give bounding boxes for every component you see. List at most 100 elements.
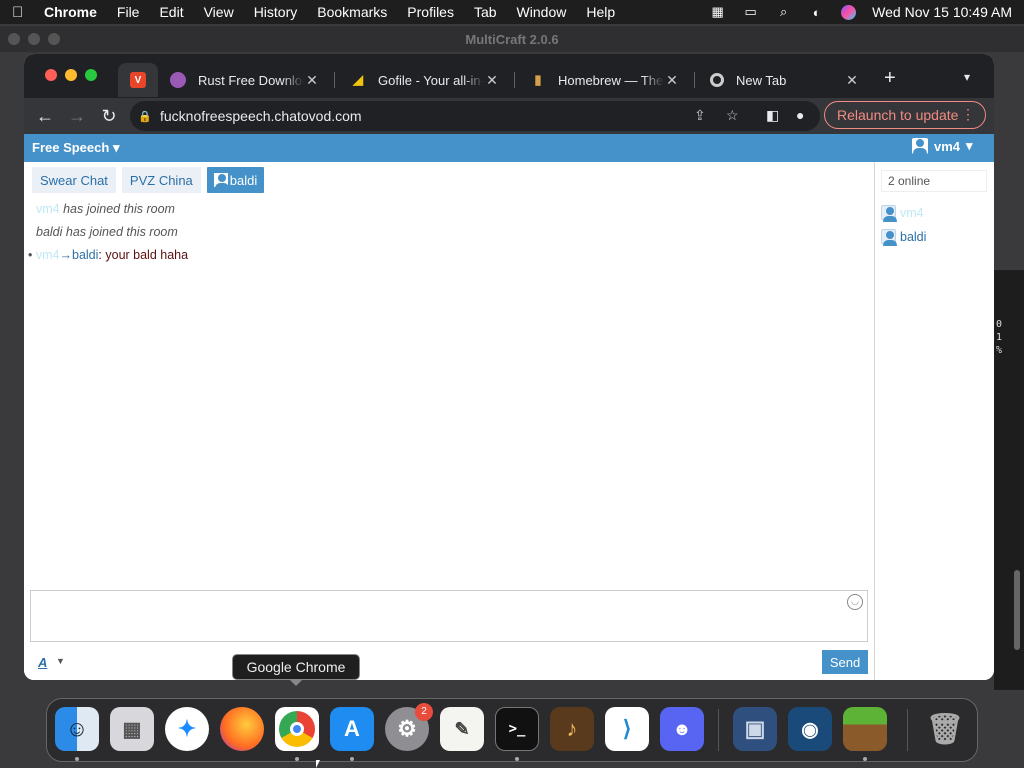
relaunch-label: Relaunch to update xyxy=(837,107,959,123)
tab-strip: V Rust Free Download ✕ ◢ Gofile - Your a… xyxy=(24,54,994,98)
url-input[interactable] xyxy=(160,108,680,124)
macos-dock: ☺ ▦ ✦ A ⚙ 2 ✎ >_ ♪ ⟩ ☻ ▣ ◉ 🗑 xyxy=(46,698,978,762)
minimize-window-button[interactable] xyxy=(65,69,77,81)
macos-menu-bar:  Chrome File Edit View History Bookmark… xyxy=(0,0,1024,24)
private-tab-label: baldi xyxy=(229,172,258,188)
system-settings-icon[interactable]: ⚙ 2 xyxy=(385,703,433,751)
chat-page: Free Speech ▾ vm4 ▾ Swear Chat PVZ China… xyxy=(24,134,994,680)
online-users-pane: 2 online vm4 baldi xyxy=(875,162,994,680)
message-sender[interactable]: vm4 xyxy=(36,248,60,262)
menu-app-name[interactable]: Chrome xyxy=(44,4,97,20)
apple-menu-icon[interactable]:  xyxy=(12,4,32,21)
firefox-icon[interactable] xyxy=(220,707,264,751)
profile-avatar-icon[interactable]: ● xyxy=(796,107,804,123)
widgets-icon[interactable]: ▦ xyxy=(709,4,726,20)
launchpad-icon[interactable]: ▦ xyxy=(110,707,154,751)
discord-icon[interactable]: ☻ xyxy=(660,707,704,751)
relaunch-to-update-button[interactable]: Relaunch to update ⋮ xyxy=(824,101,986,129)
share-icon[interactable]: ⇪ xyxy=(694,107,706,124)
menu-profiles[interactable]: Profiles xyxy=(407,4,454,20)
tab-rust-download[interactable]: Rust Free Download ✕ xyxy=(160,63,330,97)
user-icon xyxy=(912,138,928,154)
menu-file[interactable]: File xyxy=(117,4,140,20)
room-tab-pvz-china[interactable]: PVZ China xyxy=(121,167,201,193)
message-user[interactable]: vm4 xyxy=(36,202,60,216)
running-indicator xyxy=(75,757,79,761)
lock-icon[interactable]: 🔒 xyxy=(130,110,160,123)
menu-tab[interactable]: Tab xyxy=(474,4,497,20)
address-bar[interactable]: 🔒 ⇪ ☆ xyxy=(130,101,820,131)
virtualbox-icon[interactable]: ▣ xyxy=(733,707,777,751)
dock-separator xyxy=(907,709,908,751)
message-bullet: • xyxy=(28,248,33,262)
close-tab-icon[interactable]: ✕ xyxy=(664,72,680,89)
private-tab-baldi[interactable]: baldi xyxy=(206,167,265,193)
chrome-window: V Rust Free Download ✕ ◢ Gofile - Your a… xyxy=(24,54,994,680)
terminal-icon[interactable]: >_ xyxy=(495,707,539,751)
menu-edit[interactable]: Edit xyxy=(159,4,183,20)
tab-gofile[interactable]: ◢ Gofile - Your all-in-one ✕ xyxy=(340,63,510,97)
terminal-scrollbar[interactable] xyxy=(1014,570,1020,650)
close-tab-icon[interactable]: ✕ xyxy=(484,72,500,89)
text-format-button[interactable]: A xyxy=(38,655,47,670)
online-user-row[interactable]: baldi xyxy=(881,229,926,246)
homebrew-icon: ▮ xyxy=(534,72,542,87)
send-button[interactable]: Send xyxy=(822,650,868,674)
spotlight-search-icon[interactable]: ⌕ xyxy=(775,4,792,20)
smiley-emoji-icon[interactable]: ◡ xyxy=(847,594,863,610)
close-window-button[interactable] xyxy=(45,69,57,81)
safari-icon[interactable]: ✦ xyxy=(165,707,209,751)
tab-active-pinned[interactable]: V xyxy=(118,63,158,97)
control-center-icon[interactable]: ◐ xyxy=(808,5,825,20)
forward-arrow-icon[interactable]: → xyxy=(66,106,88,128)
terminal-text: 0 1 % xyxy=(996,318,1002,357)
background-terminal-window: 0 1 % xyxy=(994,270,1024,690)
new-tab-plus-icon[interactable]: + xyxy=(884,68,896,88)
bookmark-star-icon[interactable]: ☆ xyxy=(726,107,739,124)
message-row: baldi has joined this room xyxy=(36,225,178,239)
room-tab-swear-chat[interactable]: Swear Chat xyxy=(32,167,116,193)
menu-history[interactable]: History xyxy=(254,4,298,20)
textedit-icon[interactable]: ✎ xyxy=(440,707,484,751)
chrome-icon[interactable] xyxy=(275,707,319,751)
side-panel-icon[interactable]: ◧ xyxy=(766,107,779,124)
game-controller-icon[interactable]: ◉ xyxy=(788,707,832,751)
menu-view[interactable]: View xyxy=(204,4,234,20)
message-recipient[interactable]: baldi xyxy=(72,248,98,262)
user-menu-dropdown[interactable]: vm4 ▾ xyxy=(912,138,973,154)
tab-homebrew[interactable]: ▮ Homebrew — The Missing ✕ xyxy=(520,63,690,97)
tab-search-chevron-icon[interactable]: ▾ xyxy=(964,70,970,84)
dock-tooltip: Google Chrome xyxy=(232,654,360,686)
screen-mirroring-icon[interactable]: ▭ xyxy=(742,4,759,20)
menu-clock[interactable]: Wed Nov 15 10:49 AM xyxy=(872,4,1012,20)
mouse-cursor xyxy=(316,760,320,768)
room-selector-dropdown[interactable]: Free Speech ▾ xyxy=(32,140,119,156)
close-tab-icon[interactable]: ✕ xyxy=(844,72,860,89)
tab-divider xyxy=(694,72,695,88)
message-row: • vm4→baldi: your bald haha xyxy=(28,248,188,262)
garageband-icon[interactable]: ♪ xyxy=(550,707,594,751)
menu-help[interactable]: Help xyxy=(586,4,615,20)
tab-label: New Tab xyxy=(736,72,787,88)
menu-bookmarks[interactable]: Bookmarks xyxy=(317,4,387,20)
trash-icon[interactable]: 🗑 xyxy=(923,707,967,751)
back-arrow-icon[interactable]: ← xyxy=(34,106,56,128)
user-icon xyxy=(881,229,897,246)
current-user-label: vm4 xyxy=(934,138,961,154)
finder-icon[interactable]: ☺ xyxy=(55,707,99,751)
terminal-line: 1 xyxy=(996,332,1003,343)
minecraft-icon[interactable] xyxy=(843,707,887,751)
close-tab-icon[interactable]: ✕ xyxy=(304,72,320,89)
siri-icon[interactable] xyxy=(841,4,857,20)
tab-new-tab[interactable]: New Tab ✕ xyxy=(700,63,870,97)
menu-window[interactable]: Window xyxy=(517,4,567,20)
message-user[interactable]: baldi xyxy=(36,225,62,239)
vscode-icon[interactable]: ⟩ xyxy=(605,707,649,751)
reload-icon[interactable]: ↻ xyxy=(98,106,120,128)
chevron-down-icon[interactable]: ▼ xyxy=(56,656,65,666)
zoom-window-button[interactable] xyxy=(85,69,97,81)
online-user-row[interactable]: vm4 xyxy=(881,205,924,222)
app-store-icon[interactable]: A xyxy=(330,707,374,751)
message-input[interactable]: ◡ xyxy=(30,590,868,642)
kebab-menu-icon[interactable]: ⋮ xyxy=(961,106,975,123)
